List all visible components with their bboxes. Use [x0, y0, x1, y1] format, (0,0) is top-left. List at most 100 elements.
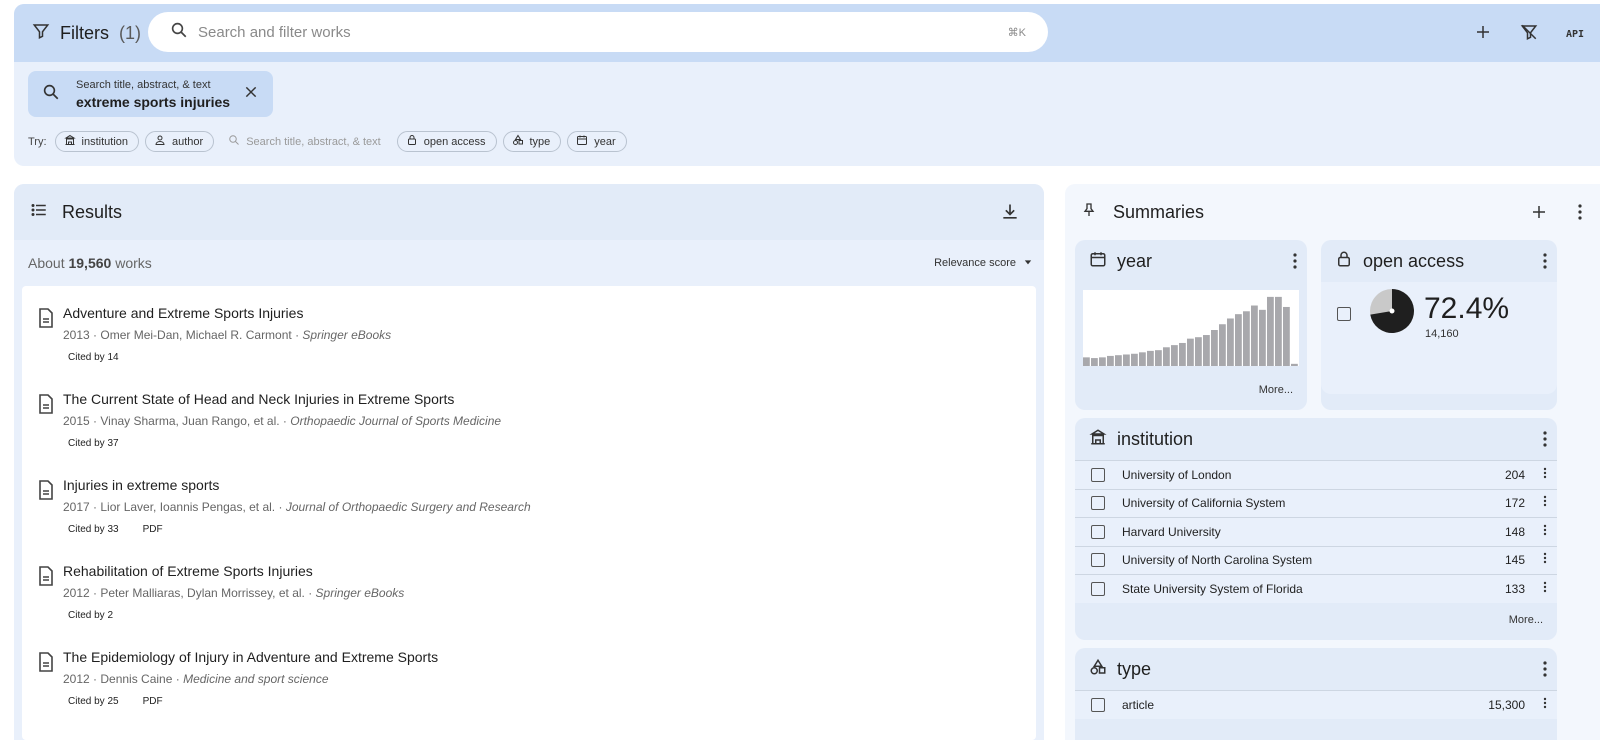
year-bar[interactable] — [1211, 330, 1218, 366]
year-bar[interactable] — [1259, 309, 1266, 366]
active-filter-chip[interactable]: Search title, abstract, & text extreme s… — [28, 71, 273, 117]
year-bar[interactable] — [1251, 305, 1258, 366]
year-bar[interactable] — [1147, 350, 1154, 366]
year-bar[interactable] — [1243, 311, 1250, 366]
row-checkbox[interactable] — [1091, 553, 1105, 568]
filters-title[interactable]: Filters (1) — [32, 22, 141, 45]
work-authors: 2012 · Peter Malliaras, Dylan Morrissey,… — [63, 586, 313, 600]
cited-by[interactable]: Cited by 25 — [68, 696, 119, 707]
sort-dropdown[interactable]: Relevance score — [934, 257, 1032, 269]
open-access-checkbox[interactable] — [1337, 307, 1351, 321]
year-bar[interactable] — [1131, 353, 1138, 366]
year-bar[interactable] — [1099, 357, 1106, 366]
year-bar[interactable] — [1291, 363, 1298, 366]
row-checkbox[interactable] — [1091, 467, 1105, 482]
list-item[interactable]: Adventure and Extreme Sports Injuries 20… — [22, 286, 1036, 372]
year-bar[interactable] — [1275, 296, 1282, 366]
api-button[interactable]: API — [1566, 29, 1584, 40]
pin-icon[interactable] — [1081, 201, 1097, 224]
add-filter-icon[interactable] — [1474, 23, 1492, 46]
year-bar[interactable] — [1163, 347, 1170, 366]
try-chip-open-access[interactable]: open access — [396, 131, 497, 152]
year-bar[interactable] — [1203, 335, 1210, 366]
year-bar[interactable] — [1091, 358, 1098, 366]
try-chip-search[interactable]: Search title, abstract, & text — [220, 131, 391, 152]
kebab-menu-icon[interactable] — [1543, 661, 1547, 682]
row-checkbox[interactable] — [1091, 524, 1105, 539]
work-title[interactable]: Adventure and Extreme Sports Injuries — [63, 305, 303, 321]
clear-filters-icon[interactable] — [1520, 23, 1538, 46]
institution-more-link[interactable]: More... — [1509, 614, 1543, 626]
year-bar[interactable] — [1219, 324, 1226, 366]
year-histogram[interactable] — [1083, 290, 1299, 366]
row-checkbox[interactable] — [1091, 697, 1105, 712]
try-chip-author[interactable]: author — [145, 131, 215, 152]
year-bar[interactable] — [1083, 357, 1090, 366]
cited-by[interactable]: Cited by 37 — [68, 438, 119, 449]
year-bar[interactable] — [1227, 318, 1234, 366]
list-item[interactable]: Rehabilitation of Extreme Sports Injurie… — [22, 544, 1036, 630]
year-bar[interactable] — [1235, 314, 1242, 366]
try-chip-institution[interactable]: institution — [54, 131, 140, 152]
close-icon[interactable] — [243, 84, 259, 105]
kebab-menu-icon[interactable] — [1543, 580, 1547, 598]
kebab-menu-icon[interactable] — [1293, 253, 1297, 274]
cited-by[interactable]: Cited by 33 — [68, 524, 119, 535]
shapes-icon — [1089, 658, 1107, 681]
kebab-menu-icon[interactable] — [1543, 494, 1547, 512]
document-icon — [38, 652, 54, 677]
year-bar[interactable] — [1179, 342, 1186, 366]
year-bar[interactable] — [1107, 355, 1114, 366]
work-title[interactable]: Injuries in extreme sports — [63, 477, 219, 493]
list-item[interactable]: The Current State of Head and Neck Injur… — [22, 372, 1036, 458]
year-bar[interactable] — [1155, 350, 1162, 366]
open-access-summary-card: open access 72.4% 14,160 — [1321, 240, 1557, 410]
cited-by[interactable]: Cited by 2 — [68, 610, 113, 621]
pie-center — [1389, 308, 1395, 314]
filters-count: (1) — [119, 23, 141, 43]
add-summary-icon[interactable] — [1530, 203, 1548, 226]
search-input[interactable] — [198, 23, 1008, 41]
work-title[interactable]: Rehabilitation of Extreme Sports Injurie… — [63, 563, 313, 579]
kebab-menu-icon[interactable] — [1543, 696, 1547, 714]
table-row[interactable]: Harvard University 148 — [1075, 517, 1557, 546]
kebab-menu-icon[interactable] — [1543, 551, 1547, 569]
year-bar[interactable] — [1283, 306, 1290, 366]
pdf-link[interactable]: PDF — [143, 524, 163, 535]
work-meta: 2015 · Vinay Sharma, Juan Rango, et al. … — [63, 414, 501, 428]
search-bar[interactable]: ⌘K — [148, 12, 1048, 52]
download-icon[interactable] — [1000, 202, 1020, 227]
try-chip-year[interactable]: year — [567, 131, 627, 152]
table-row[interactable]: University of London 204 — [1075, 460, 1557, 489]
year-bar[interactable] — [1139, 352, 1146, 366]
table-row[interactable]: article 15,300 — [1075, 690, 1557, 719]
filters-panel: Filters (1) ⌘K API Search title, abstrac… — [14, 4, 1600, 166]
work-source: Springer eBooks — [315, 586, 405, 600]
lock-icon — [406, 134, 418, 149]
work-title[interactable]: The Epidemiology of Injury in Adventure … — [63, 649, 438, 665]
row-checkbox[interactable] — [1091, 581, 1105, 596]
kebab-menu-icon[interactable] — [1543, 253, 1547, 274]
kebab-menu-icon[interactable] — [1543, 431, 1547, 452]
table-row[interactable]: University of California System 172 — [1075, 488, 1557, 518]
cited-by[interactable]: Cited by 14 — [68, 352, 119, 363]
results-meta: About 19,560 works Relevance score — [14, 240, 1044, 286]
kebab-menu-icon[interactable] — [1578, 204, 1582, 225]
kebab-menu-icon[interactable] — [1543, 523, 1547, 541]
kebab-menu-icon[interactable] — [1543, 466, 1547, 484]
list-item[interactable]: The Epidemiology of Injury in Adventure … — [22, 630, 1036, 716]
year-bar[interactable] — [1187, 338, 1194, 366]
year-bar[interactable] — [1267, 296, 1274, 366]
table-row[interactable]: University of North Carolina System 145 — [1075, 545, 1557, 575]
row-checkbox[interactable] — [1091, 496, 1105, 511]
pdf-link[interactable]: PDF — [143, 696, 163, 707]
work-title[interactable]: The Current State of Head and Neck Injur… — [63, 391, 454, 407]
list-item[interactable]: Injuries in extreme sports 2017 · Lior L… — [22, 458, 1036, 544]
try-chip-type[interactable]: type — [502, 131, 562, 152]
year-bar[interactable] — [1123, 354, 1130, 366]
table-row[interactable]: State University System of Florida 133 — [1075, 574, 1557, 603]
year-bar[interactable] — [1195, 337, 1202, 366]
year-bar[interactable] — [1115, 355, 1122, 366]
year-bar[interactable] — [1171, 345, 1178, 366]
year-more-link[interactable]: More... — [1259, 384, 1293, 396]
